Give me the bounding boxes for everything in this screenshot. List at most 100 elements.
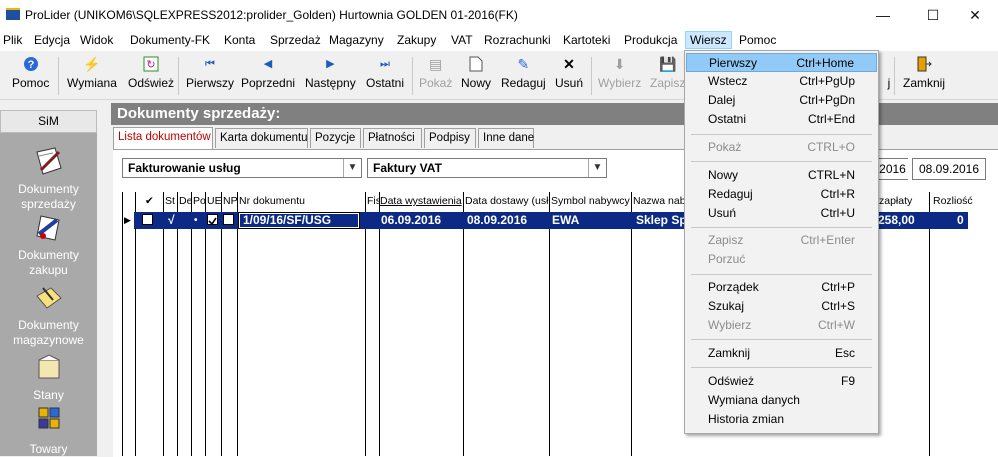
menu-vat[interactable]: VAT xyxy=(451,33,473,47)
close-window-button[interactable]: Zamknij xyxy=(903,55,945,90)
refresh-button[interactable]: ↻ Odśwież xyxy=(128,55,174,90)
row-issue-date: 06.09.2016 xyxy=(381,213,442,227)
row-ue-checkbox[interactable] xyxy=(207,214,218,226)
toolbar-separator xyxy=(58,57,59,95)
save-button[interactable]: 💾 Zapisz xyxy=(650,55,685,90)
svg-text:↻: ↻ xyxy=(146,59,155,71)
menu-item-close[interactable]: Zamknij Esc xyxy=(686,344,877,363)
sidebar-item-warehouse-docs[interactable]: Dokumenty magazynowe xyxy=(0,282,97,348)
sidebar-item-goods[interactable]: Towary xyxy=(0,406,97,457)
help-button[interactable]: ? Pomoc xyxy=(12,55,49,90)
edit-icon: ✎ xyxy=(517,56,530,72)
menu-item-first[interactable]: Pierwszy Ctrl+Home xyxy=(686,53,877,72)
row-np-checkbox[interactable] xyxy=(223,214,234,225)
sidebar-item-purchase-docs[interactable]: Dokumenty zakupu xyxy=(0,212,97,278)
toolbar-separator xyxy=(178,57,179,95)
tab-items[interactable]: Pozycje xyxy=(310,128,361,148)
menu-kartoteki[interactable]: Kartoteki xyxy=(563,33,610,47)
menu-item-data-exchange[interactable]: Wymiana danych xyxy=(686,391,877,410)
menu-pomoc[interactable]: Pomoc xyxy=(739,33,776,47)
col-header-po[interactable]: Po xyxy=(193,192,205,210)
menu-item-label: Szukaj xyxy=(708,299,745,313)
tab-signatures[interactable]: Podpisy xyxy=(424,128,476,148)
doc-number-cell[interactable]: 1/09/16/SF/USG xyxy=(238,212,360,229)
lightning-icon: ⚡ xyxy=(83,56,101,72)
sidebar-item-sales-docs[interactable]: Dokumenty sprzedaży xyxy=(0,146,97,212)
tab-payments[interactable]: Płatności xyxy=(363,128,422,148)
menu-item-change-history[interactable]: Historia zmian xyxy=(686,410,877,429)
menu-item-last[interactable]: Ostatni Ctrl+End xyxy=(686,110,877,129)
menu-item-search[interactable]: Szukaj Ctrl+S xyxy=(686,297,877,316)
help-icon: ? xyxy=(22,55,40,73)
refresh-icon: ↻ xyxy=(142,55,160,73)
col-header-st[interactable]: St xyxy=(165,192,177,210)
menu-wiersz[interactable]: Wiersz xyxy=(685,31,732,49)
toolbar-button-partial[interactable]: j xyxy=(880,55,898,90)
menu-widok[interactable]: Widok xyxy=(80,33,113,47)
menu-produkcja[interactable]: Produkcja xyxy=(624,33,677,47)
grid-line xyxy=(379,192,380,456)
col-header-fis[interactable]: Fis xyxy=(367,192,379,210)
col-header-payment[interactable]: zapłaty xyxy=(879,192,923,210)
menu-edycja[interactable]: Edycja xyxy=(34,33,70,47)
edit-button[interactable]: ✎ Redaguj xyxy=(501,55,546,90)
col-header-buyer-symbol[interactable]: Symbol nabywcy xyxy=(551,192,631,210)
menu-item-refresh[interactable]: Odśwież F9 xyxy=(686,372,877,391)
menu-zakupy[interactable]: Zakupy xyxy=(397,33,436,47)
menu-item-show[interactable]: Pokaż CTRL+O xyxy=(686,138,877,157)
row-select-checkbox[interactable] xyxy=(142,214,153,225)
menu-item-new[interactable]: Nowy CTRL+N xyxy=(686,166,877,185)
title-bar: ProLider (UNIKOM6\SQLEXPRESS2012:prolide… xyxy=(0,0,998,30)
menu-item-select[interactable]: Wybierz Ctrl+W xyxy=(686,316,877,335)
menu-item-shortcut: Ctrl+U xyxy=(820,206,855,220)
menu-rozrachunki[interactable]: Rozrachunki xyxy=(484,33,551,47)
next-button[interactable]: ▶ Następny xyxy=(305,55,356,90)
col-header-np[interactable]: NP xyxy=(223,192,237,210)
row-settlement: 0 xyxy=(957,213,964,227)
col-header-delivery-date[interactable]: Data dostawy (usł xyxy=(465,192,549,210)
maximize-button[interactable]: ☐ xyxy=(910,0,956,30)
menu-item-next[interactable]: Dalej Ctrl+PgDn xyxy=(686,91,877,110)
menu-konta[interactable]: Konta xyxy=(224,33,255,47)
menu-item-edit[interactable]: Redaguj Ctrl+R xyxy=(686,185,877,204)
menu-magazyny[interactable]: Magazyny xyxy=(329,33,384,47)
purchase-document-icon xyxy=(33,212,65,244)
col-header-doc-number[interactable]: Nr dokumentu xyxy=(239,192,363,210)
date-from-field[interactable]: 2016 xyxy=(876,158,908,180)
menu-item-delete[interactable]: Usuń Ctrl+U xyxy=(686,204,877,223)
row-buyer-symbol: EWA xyxy=(552,213,580,227)
menu-item-back[interactable]: Wstecz Ctrl+PgUp xyxy=(686,72,877,91)
menu-plik[interactable]: Plik xyxy=(3,33,22,47)
menu-item-discard[interactable]: Porzuć xyxy=(686,250,877,269)
menu-item-order[interactable]: Porządek Ctrl+P xyxy=(686,278,877,297)
first-button[interactable]: ⏮ Pierwszy xyxy=(186,55,234,90)
close-button[interactable]: ✕ xyxy=(952,0,998,30)
tab-document-card[interactable]: Karta dokumentu xyxy=(215,128,308,148)
show-button[interactable]: ▤ Pokaż xyxy=(419,55,452,90)
previous-button[interactable]: ◀ Poprzedni xyxy=(241,55,295,90)
col-header-de[interactable]: De xyxy=(179,192,191,210)
document-type-select[interactable]: Fakturowanie usług ▼ xyxy=(122,158,362,178)
col-header-buyer-name[interactable]: Nazwa nab xyxy=(633,192,685,210)
select-button[interactable]: ⬇ Wybierz xyxy=(598,55,641,90)
col-header-settlement[interactable]: Rozliość xyxy=(933,192,973,210)
date-to-field[interactable]: 08.09.2016 xyxy=(912,158,986,180)
tab-other-data[interactable]: Inne dane xyxy=(478,128,534,148)
grid-line xyxy=(237,192,238,456)
new-button[interactable]: Nowy xyxy=(461,55,491,90)
menu-item-save[interactable]: Zapisz Ctrl+Enter xyxy=(686,231,877,250)
exchange-button[interactable]: ⚡ Wymiana xyxy=(67,55,117,90)
menu-dokumenty-fk[interactable]: Dokumenty-FK xyxy=(130,33,210,47)
menu-sprzedaz[interactable]: Sprzedaż xyxy=(270,33,321,47)
col-header-check[interactable]: ✔ xyxy=(145,192,154,210)
invoice-type-value: Faktury VAT xyxy=(373,161,442,175)
invoice-type-select[interactable]: Faktury VAT ▼ xyxy=(367,158,607,178)
doc-number-value: 1/09/16/SF/USG xyxy=(240,214,358,227)
tab-document-list[interactable]: Lista dokumentów xyxy=(113,127,213,149)
last-button[interactable]: ⏭ Ostatni xyxy=(366,55,404,90)
minimize-button[interactable]: — xyxy=(860,0,906,30)
col-header-issue-date[interactable]: Data wystawienia xyxy=(380,192,463,210)
col-header-ue[interactable]: UE xyxy=(207,192,221,210)
delete-button[interactable]: ✕ Usuń xyxy=(555,55,583,90)
sidebar-item-stock[interactable]: Stany xyxy=(0,352,97,403)
